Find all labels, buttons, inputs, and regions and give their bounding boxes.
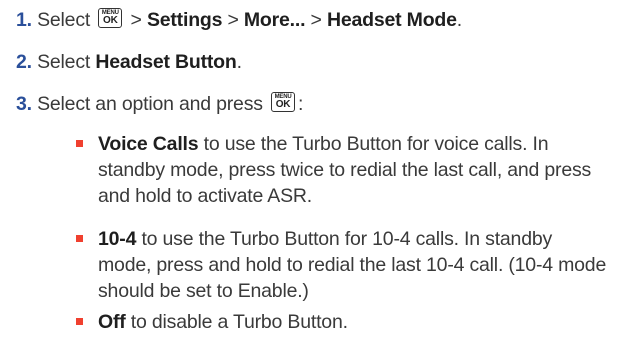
step-2: 2. Select Headset Button. (16, 51, 242, 73)
menu-ok-key-icon: MENU OK (271, 92, 296, 112)
step-1: 1. Select MENU OK > Settings > More... > … (16, 8, 462, 31)
menu-path-settings: Settings (146, 9, 223, 31)
option-off: Off to disable a Turbo Button. (76, 309, 610, 335)
option-title: Off (98, 311, 126, 333)
option-title: Voice Calls (98, 133, 199, 155)
bullet-square-icon (76, 235, 83, 242)
option-title: 10-4 (98, 228, 137, 250)
step-number: 2. (16, 51, 32, 73)
step-text: Select (31, 51, 96, 73)
menu-path-headset-mode: Headset Mode (326, 9, 457, 31)
bullet-square-icon (76, 318, 83, 325)
option-description: to disable a Turbo Button. (125, 311, 348, 333)
option-voice-calls: Voice Calls to use the Turbo Button for … (76, 131, 610, 209)
document-page: 1. Select MENU OK > Settings > More... > … (0, 0, 619, 343)
option-description: to use the Turbo Button for 10-4 calls. … (98, 228, 607, 302)
step-text: Select (31, 9, 96, 31)
step-number: 1. (16, 9, 32, 31)
step-text: Select an option and press (31, 93, 269, 115)
step-number: 3. (16, 93, 32, 115)
option-10-4: 10-4 to use the Turbo Button for 10-4 ca… (76, 226, 610, 304)
menu-path-more: More... (243, 9, 306, 31)
bullet-square-icon (76, 140, 83, 147)
menu-ok-key-icon: MENU OK (98, 8, 123, 28)
step-3: 3. Select an option and press MENU OK: (16, 92, 304, 115)
menu-path-headset-button: Headset Button (95, 51, 237, 73)
